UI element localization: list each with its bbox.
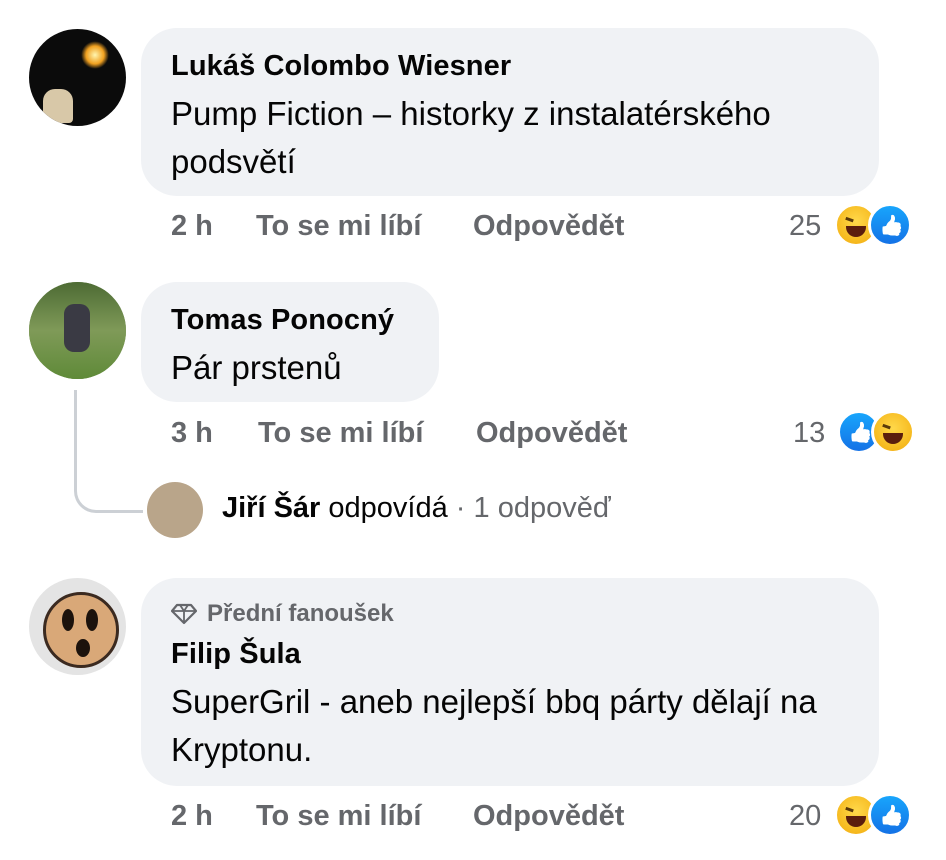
avatar-face	[43, 592, 119, 668]
avatar-figure	[43, 89, 73, 123]
comment-author[interactable]: Filip Šula	[171, 638, 301, 671]
like-button[interactable]: To se mi líbí	[258, 417, 423, 450]
reply-button[interactable]: Odpovědět	[476, 417, 627, 450]
like-icon	[868, 793, 912, 837]
comment-bubble: Tomas Ponocný Pár prstenů	[141, 282, 439, 402]
comment-text: Pump Fiction – historky z instalatérskéh…	[171, 95, 771, 180]
reaction-count[interactable]: 13	[793, 417, 825, 450]
comment-time[interactable]: 2 h	[171, 210, 213, 243]
avatar-jiri[interactable]	[147, 482, 203, 538]
comment-author[interactable]: Tomas Ponocný	[171, 304, 394, 337]
diamond-icon	[171, 603, 197, 625]
top-fan-badge: Přední fanoušek	[171, 600, 394, 628]
comment-time[interactable]: 3 h	[171, 417, 213, 450]
avatar-filip[interactable]	[29, 578, 126, 675]
reactions[interactable]	[834, 203, 912, 247]
comment-time[interactable]: 2 h	[171, 800, 213, 833]
avatar-tomas[interactable]	[29, 282, 126, 379]
thread-connector	[74, 390, 143, 513]
view-replies-link[interactable]: Jiří Šár odpovídá · 1 odpověď	[222, 492, 611, 525]
avatar-eye	[62, 609, 74, 631]
separator: ·	[455, 492, 466, 524]
reactions[interactable]	[834, 793, 912, 837]
reply-author: Jiří Šár	[222, 492, 321, 524]
reactions[interactable]	[837, 410, 915, 454]
avatar-lukas[interactable]	[29, 29, 126, 126]
avatar-figure	[64, 304, 90, 352]
like-button[interactable]: To se mi líbí	[256, 210, 421, 243]
reply-button[interactable]: Odpovědět	[473, 210, 624, 243]
badge-label: Přední fanoušek	[207, 600, 394, 627]
reply-count: 1 odpověď	[473, 492, 611, 524]
comment-bubble: Lukáš Colombo Wiesner Pump Fiction – his…	[141, 28, 879, 196]
reply-action: odpovídá	[328, 492, 448, 524]
reply-button[interactable]: Odpovědět	[473, 800, 624, 833]
comment-text: SuperGril - aneb nejlepší bbq párty děla…	[171, 683, 817, 768]
comment-author[interactable]: Lukáš Colombo Wiesner	[171, 50, 511, 83]
avatar-light	[81, 41, 109, 69]
reaction-count[interactable]: 25	[789, 210, 821, 243]
like-icon	[868, 203, 912, 247]
reaction-count[interactable]: 20	[789, 800, 821, 833]
like-button[interactable]: To se mi líbí	[256, 800, 421, 833]
haha-icon	[871, 410, 915, 454]
comment-bubble: Přední fanoušek Filip Šula SuperGril - a…	[141, 578, 879, 786]
comment-text: Pár prstenů	[171, 349, 342, 386]
avatar-mouth	[76, 639, 90, 657]
avatar-eye	[86, 609, 98, 631]
